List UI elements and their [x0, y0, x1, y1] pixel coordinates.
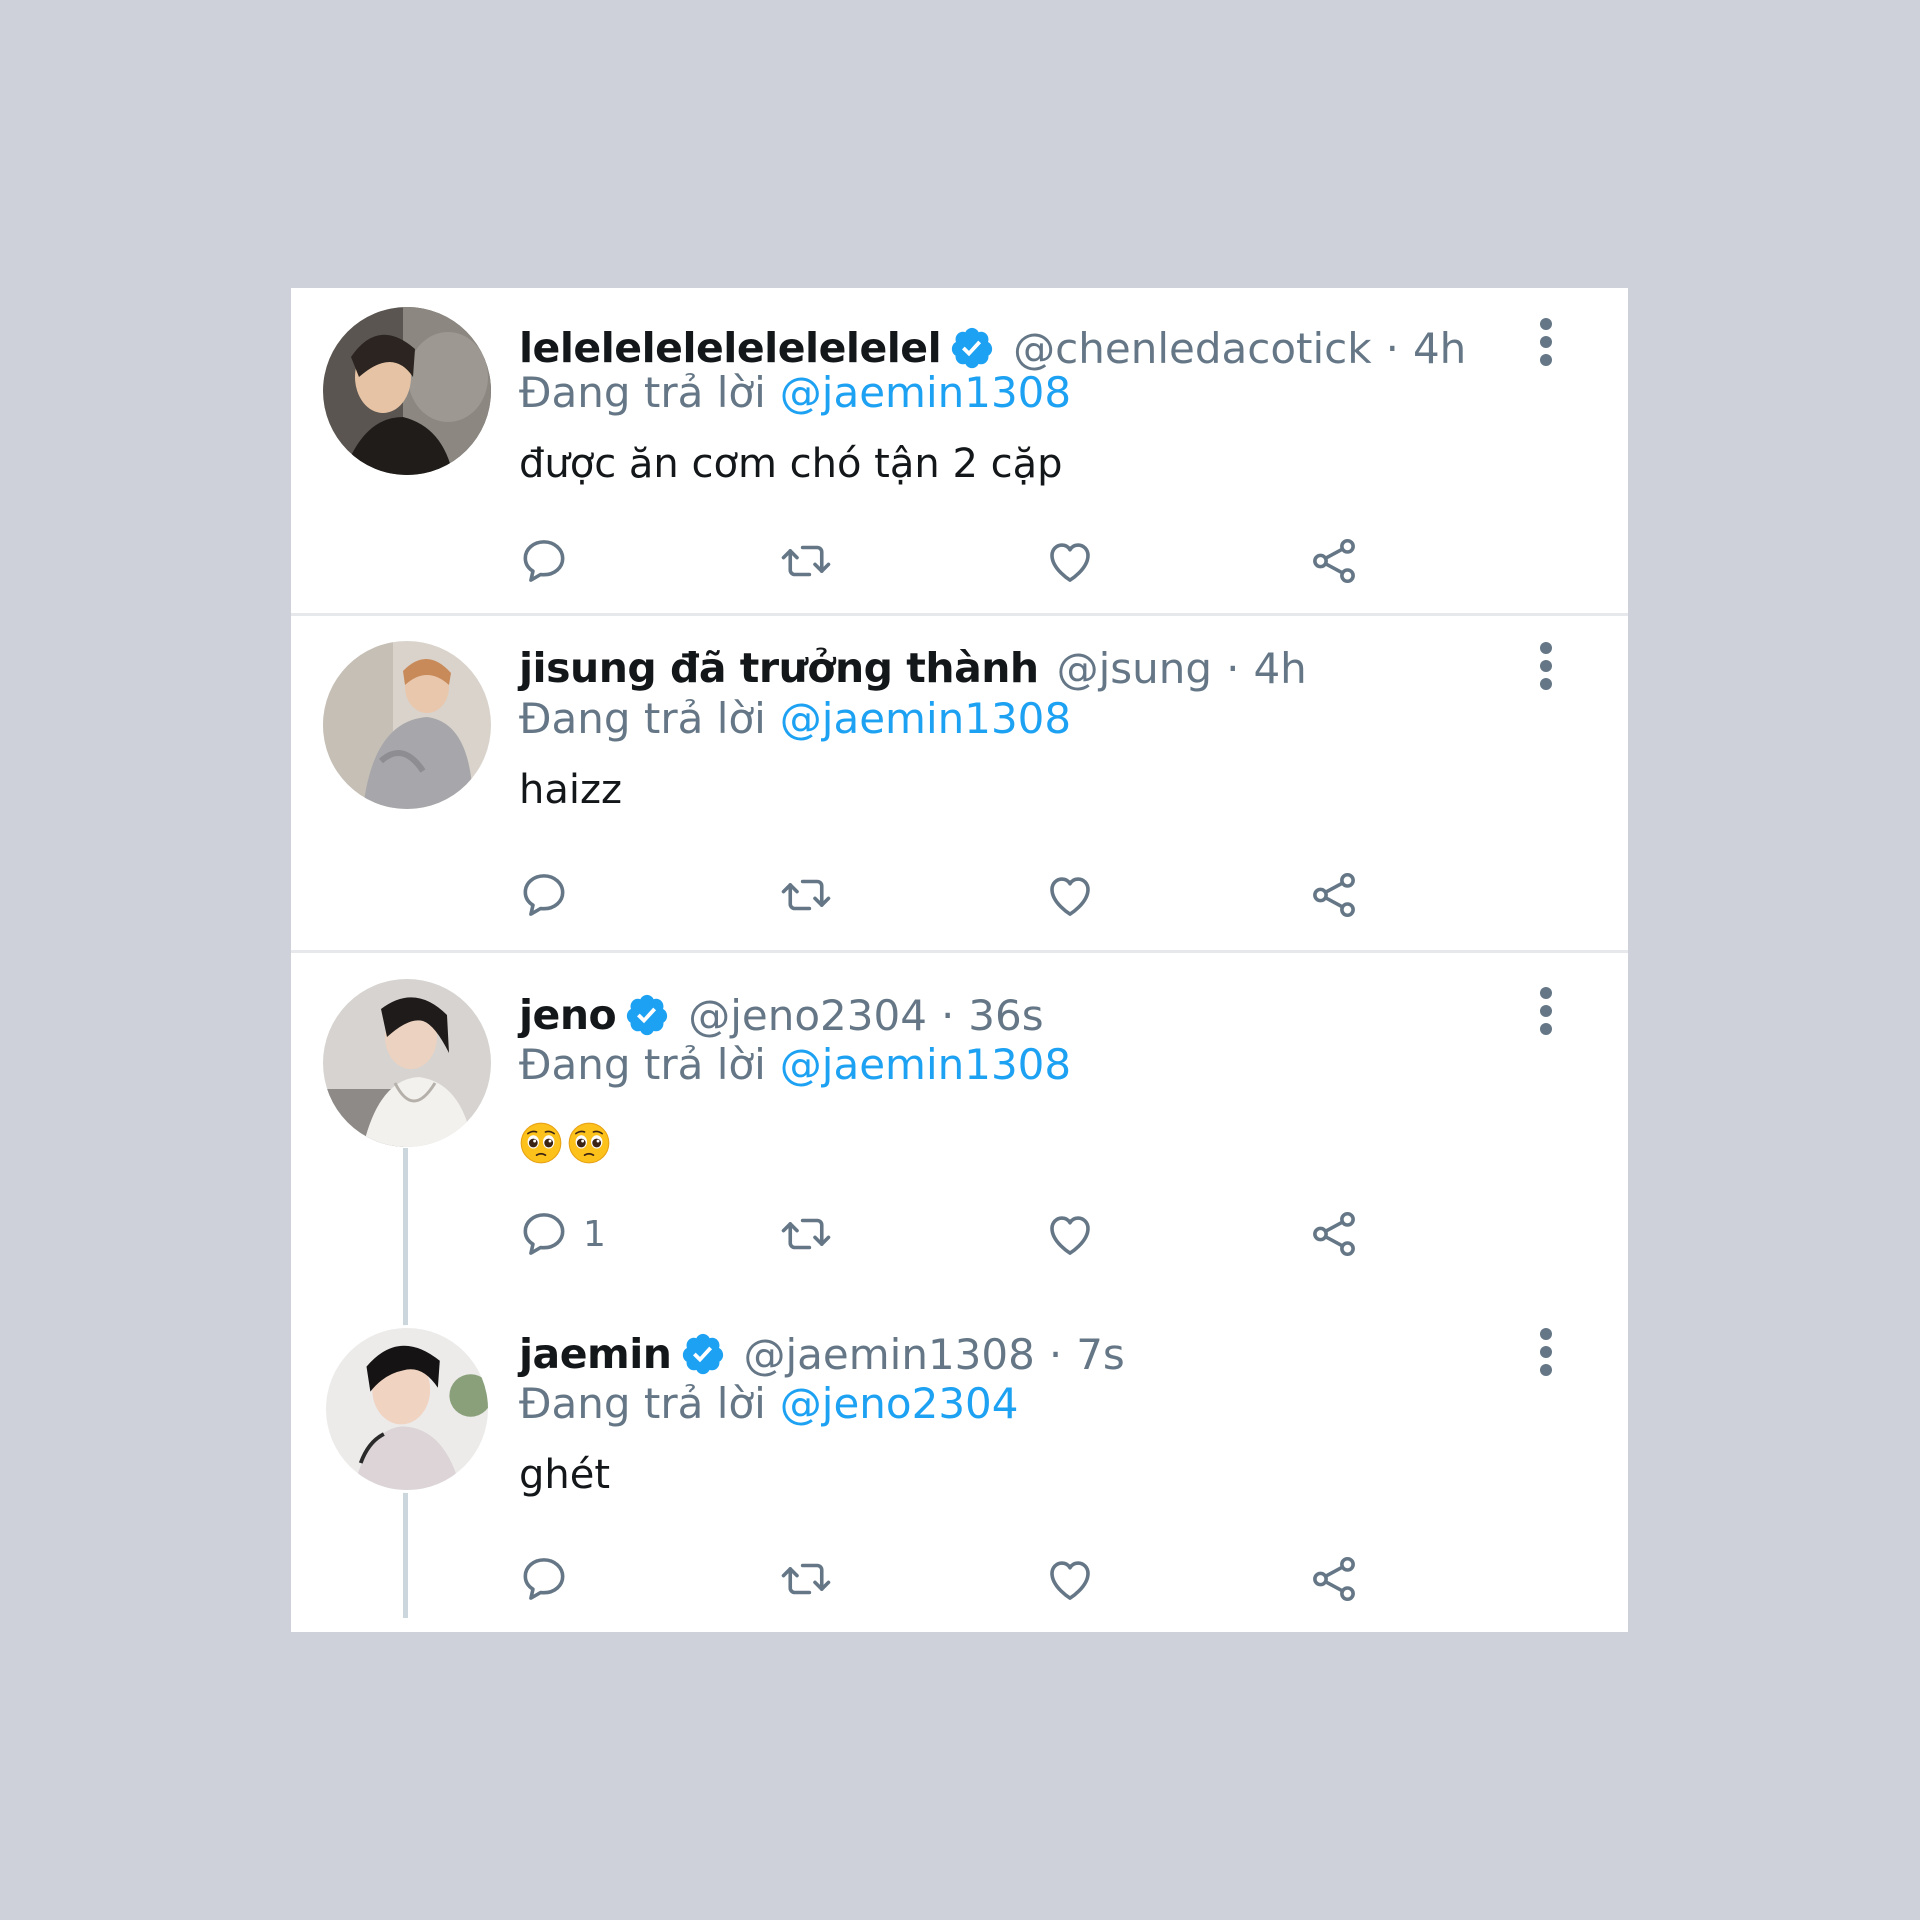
share-icon: [1307, 868, 1361, 922]
verified-badge-icon: [680, 1331, 726, 1377]
replying-to-label: Đang trả lời: [519, 1040, 766, 1089]
replying-to-line: Đang trả lời @jaemin1308: [519, 368, 1071, 417]
reply-to-mention[interactable]: @jaemin1308: [780, 368, 1071, 417]
retweet-icon: [779, 868, 833, 922]
reply-to-mention[interactable]: @jaemin1308: [780, 694, 1071, 743]
avatar[interactable]: [323, 1325, 491, 1493]
more-options-icon[interactable]: [1526, 640, 1566, 692]
tweet-item[interactable]: jeno @jeno2304 · 36s Đang trả lời @jaemin…: [291, 953, 1628, 1293]
separator-dot: ·: [1048, 1329, 1063, 1379]
replying-to-label: Đang trả lời: [519, 368, 766, 417]
tweet-text: được ăn cơm chó tận 2 cặp: [519, 441, 1063, 487]
like-button[interactable]: [1043, 1206, 1097, 1262]
like-button[interactable]: [1043, 1551, 1097, 1607]
verified-badge-icon: [624, 992, 670, 1038]
tweet-item[interactable]: jaemin @jaemin1308 · 7s Đang trả lời @jen…: [291, 1293, 1628, 1632]
avatar[interactable]: [323, 641, 491, 809]
tweet-text: haizz: [519, 767, 622, 813]
separator-dot: ·: [1385, 323, 1399, 373]
heart-icon: [1043, 868, 1097, 922]
action-bar: [517, 1551, 1417, 1607]
tweet-header: jaemin @jaemin1308 · 7s: [519, 1326, 1125, 1382]
reply-count: 1: [583, 1213, 606, 1255]
share-button[interactable]: [1307, 1551, 1361, 1607]
reply-button[interactable]: [517, 1551, 571, 1607]
timestamp[interactable]: 4h: [1253, 644, 1306, 693]
timestamp[interactable]: 36s: [968, 991, 1043, 1040]
tweet-item[interactable]: lelelelelelelelelelel @chenledacotick · …: [291, 288, 1628, 615]
action-bar: [517, 533, 1417, 589]
replying-to-line: Đang trả lời @jaemin1308: [519, 1040, 1071, 1089]
reply-icon: [517, 868, 571, 922]
retweet-icon: [779, 1552, 833, 1606]
more-options-icon[interactable]: [1526, 1326, 1566, 1378]
display-name[interactable]: jeno: [519, 991, 617, 1039]
replying-to-line: Đang trả lời @jaemin1308: [519, 694, 1071, 743]
heart-icon: [1043, 1207, 1097, 1261]
like-button[interactable]: [1043, 867, 1097, 923]
share-button[interactable]: [1307, 1206, 1361, 1262]
action-bar: 1: [517, 1206, 1417, 1262]
avatar[interactable]: [323, 979, 491, 1147]
heart-icon: [1043, 534, 1097, 588]
tweet-header: jisung đã trưởng thành @jsung · 4h: [519, 640, 1307, 696]
timestamp[interactable]: 7s: [1076, 1330, 1125, 1379]
retweet-button[interactable]: [779, 867, 833, 923]
reply-button[interactable]: 1: [517, 1206, 606, 1262]
user-handle[interactable]: @jeno2304: [688, 991, 927, 1040]
replying-to-label: Đang trả lời: [519, 694, 766, 743]
retweet-icon: [779, 1207, 833, 1261]
tweet-text: ghét: [519, 1452, 611, 1498]
action-bar: [517, 867, 1417, 923]
tweet-header: jeno @jeno2304 · 36s: [519, 987, 1044, 1043]
separator-dot: ·: [1226, 643, 1240, 693]
user-handle[interactable]: @jsung: [1057, 644, 1212, 693]
display-name[interactable]: jaemin: [519, 1330, 672, 1378]
verified-badge-icon: [949, 325, 995, 371]
pleading-face-emoji-icon: [519, 1121, 563, 1165]
more-options-icon[interactable]: [1526, 985, 1566, 1037]
avatar[interactable]: [323, 307, 491, 475]
display-name[interactable]: lelelelelelelelelelel: [519, 324, 942, 372]
user-handle[interactable]: @chenledacotick: [1013, 324, 1371, 373]
replying-to-line: Đang trả lời @jeno2304: [519, 1379, 1019, 1428]
heart-icon: [1043, 1552, 1097, 1606]
share-icon: [1307, 534, 1361, 588]
share-icon: [1307, 1552, 1361, 1606]
retweet-button[interactable]: [779, 1206, 833, 1262]
reply-button[interactable]: [517, 533, 571, 589]
replying-to-label: Đang trả lời: [519, 1379, 766, 1428]
retweet-icon: [779, 534, 833, 588]
share-button[interactable]: [1307, 533, 1361, 589]
retweet-button[interactable]: [779, 533, 833, 589]
reply-thread-card: lelelelelelelelelelel @chenledacotick · …: [291, 288, 1628, 1632]
reply-icon: [517, 1207, 571, 1261]
reply-button[interactable]: [517, 867, 571, 923]
reply-to-mention[interactable]: @jaemin1308: [780, 1040, 1071, 1089]
reply-icon: [517, 534, 571, 588]
retweet-button[interactable]: [779, 1551, 833, 1607]
share-button[interactable]: [1307, 867, 1361, 923]
like-button[interactable]: [1043, 533, 1097, 589]
pleading-face-emoji-icon: [567, 1121, 611, 1165]
more-options-icon[interactable]: [1526, 316, 1566, 368]
tweet-emoji-text: [519, 1121, 611, 1165]
display-name[interactable]: jisung đã trưởng thành: [519, 644, 1039, 692]
reply-icon: [517, 1552, 571, 1606]
timestamp[interactable]: 4h: [1413, 324, 1466, 373]
reply-to-mention[interactable]: @jeno2304: [780, 1379, 1019, 1428]
user-handle[interactable]: @jaemin1308: [744, 1330, 1035, 1379]
share-icon: [1307, 1207, 1361, 1261]
separator-dot: ·: [940, 990, 955, 1040]
tweet-item[interactable]: jisung đã trưởng thành @jsung · 4h Đang …: [291, 616, 1628, 950]
